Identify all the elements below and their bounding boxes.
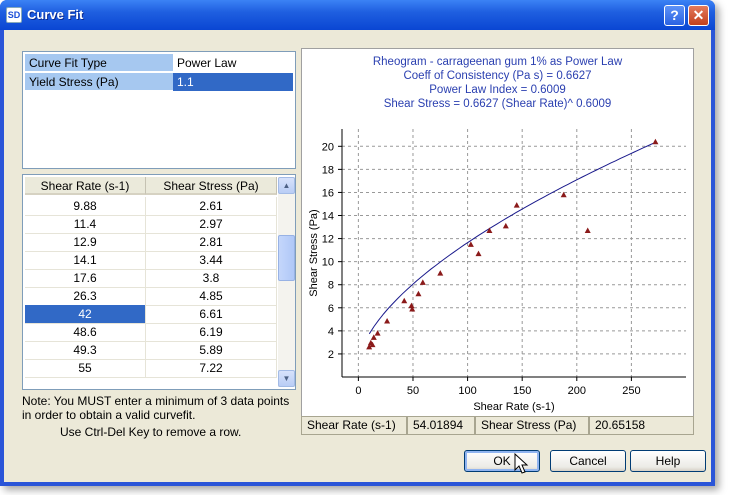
y-tick-label: 12 xyxy=(322,234,334,246)
table-row[interactable]: 17.6 3.8 xyxy=(25,269,277,288)
data-point xyxy=(408,302,415,309)
property-name: Yield Stress (Pa) xyxy=(25,73,173,91)
curve-fit-type-value[interactable]: Power Law xyxy=(173,54,293,72)
scroll-up-icon[interactable]: ▲ xyxy=(278,177,295,194)
table-row[interactable]: 11.4 2.97 xyxy=(25,215,277,234)
table-row[interactable]: 26.3 4.85 xyxy=(25,287,277,306)
data-point xyxy=(415,290,422,297)
plot-area: 0 50 100 150 200 250 2 4 6 8 10 12 14 16 18 20 Shear Rat… xyxy=(308,129,686,413)
x-tick-label: 100 xyxy=(458,385,476,397)
status-x-label: Shear Rate (s-1) xyxy=(301,416,407,435)
cancel-button[interactable]: Cancel xyxy=(550,450,626,472)
dialog-body: Curve Fit Type Power Law Yield Stress (P… xyxy=(4,30,711,482)
minimum-points-note: Note: You MUST enter a minimum of 3 data… xyxy=(22,394,290,422)
shear-stress-cell[interactable]: 2.81 xyxy=(146,233,277,252)
mouse-cursor-icon xyxy=(514,453,529,474)
rheogram-chart: Rheogram - carrageenan gum 1% as Power L… xyxy=(301,48,694,433)
cursor-status-bar: Shear Rate (s-1) 54.01894 Shear Stress (… xyxy=(301,416,694,435)
title-bar[interactable]: SD Curve Fit ? ✕ xyxy=(0,0,715,30)
yield-stress-value[interactable]: 1.1 xyxy=(173,73,293,91)
status-y-label: Shear Stress (Pa) xyxy=(475,416,589,435)
table-row[interactable]: 48.6 6.19 xyxy=(25,323,277,342)
curve-fit-properties: Curve Fit Type Power Law Yield Stress (P… xyxy=(22,51,296,169)
x-tick-label: 150 xyxy=(513,385,531,397)
table-row[interactable]: 42 6.61 xyxy=(25,305,277,324)
window-title: Curve Fit xyxy=(27,7,84,22)
y-tick-label: 10 xyxy=(322,257,334,269)
table-row[interactable]: 12.9 2.81 xyxy=(25,233,277,252)
table-row[interactable]: 14.1 3.44 xyxy=(25,251,277,270)
shear-stress-cell[interactable]: 2.61 xyxy=(146,197,277,216)
data-point xyxy=(513,202,520,208)
column-header-shear-stress[interactable]: Shear Stress (Pa) xyxy=(146,177,277,195)
status-y-value: 20.65158 xyxy=(589,416,694,435)
shear-stress-cell[interactable]: 3.8 xyxy=(146,269,277,288)
shear-rate-cell[interactable]: 17.6 xyxy=(25,269,146,288)
y-tick-label: 6 xyxy=(328,303,334,315)
shear-stress-cell[interactable]: 2.97 xyxy=(146,215,277,234)
scroll-down-icon[interactable]: ▼ xyxy=(278,370,295,387)
data-point xyxy=(475,250,482,257)
shear-rate-cell[interactable]: 12.9 xyxy=(25,233,146,252)
column-header-shear-rate[interactable]: Shear Rate (s-1) xyxy=(25,177,146,195)
x-tick-label: 0 xyxy=(355,385,361,397)
y-tick-label: 20 xyxy=(322,141,334,153)
remove-row-hint: Use Ctrl-Del Key to remove a row. xyxy=(60,425,242,439)
shear-stress-cell[interactable]: 6.19 xyxy=(146,323,277,342)
data-point xyxy=(419,279,426,285)
shear-stress-cell[interactable]: 3.44 xyxy=(146,251,277,270)
shear-stress-cell[interactable]: 6.61 xyxy=(146,305,277,324)
shear-rate-cell[interactable]: 55 xyxy=(25,359,146,378)
scrollbar-thumb[interactable] xyxy=(278,235,295,281)
data-point xyxy=(502,222,509,229)
y-tick-label: 8 xyxy=(328,280,334,292)
data-point xyxy=(437,270,444,276)
property-row-curve-fit-type[interactable]: Curve Fit Type Power Law xyxy=(25,54,293,73)
shear-stress-cell[interactable]: 5.89 xyxy=(146,341,277,360)
shear-rate-cell[interactable]: 11.4 xyxy=(25,215,146,234)
x-tick-label: 50 xyxy=(407,385,419,397)
close-icon[interactable]: ✕ xyxy=(688,5,709,26)
data-point xyxy=(401,297,408,304)
table-row[interactable]: 55 7.22 xyxy=(25,359,277,378)
table-row[interactable]: 49.3 5.89 xyxy=(25,341,277,360)
table-scrollbar[interactable]: ▲ ▼ xyxy=(278,177,295,387)
property-row-yield-stress[interactable]: Yield Stress (Pa) 1.1 xyxy=(25,73,293,92)
x-tick-label: 200 xyxy=(568,385,586,397)
x-tick-label: 250 xyxy=(622,385,640,397)
data-table: Shear Rate (s-1) Shear Stress (Pa) 9.88 2… xyxy=(22,174,296,390)
shear-stress-cell[interactable]: 4.85 xyxy=(146,287,277,306)
app-icon: SD xyxy=(6,7,22,23)
x-axis-label: Shear Rate (s-1) xyxy=(473,401,554,413)
property-name: Curve Fit Type xyxy=(25,54,173,72)
shear-rate-cell[interactable]: 9.88 xyxy=(25,197,146,216)
y-tick-label: 2 xyxy=(328,349,334,361)
shear-rate-cell[interactable]: 49.3 xyxy=(25,341,146,360)
y-tick-label: 14 xyxy=(322,211,334,223)
y-axis-label: Shear Stress (Pa) xyxy=(308,209,320,296)
status-x-value: 54.01894 xyxy=(407,416,475,435)
table-row[interactable]: 9.88 2.61 xyxy=(25,197,277,216)
data-point xyxy=(384,318,391,324)
shear-rate-cell[interactable]: 14.1 xyxy=(25,251,146,270)
curve-fit-dialog: SD Curve Fit ? ✕ Curve Fit Type Power La… xyxy=(0,0,715,486)
help-button[interactable]: Help xyxy=(630,450,706,472)
y-tick-label: 4 xyxy=(328,326,334,338)
y-tick-label: 18 xyxy=(322,164,334,176)
shear-stress-cell[interactable]: 7.22 xyxy=(146,359,277,378)
help-icon[interactable]: ? xyxy=(664,5,685,26)
data-point xyxy=(652,138,659,145)
shear-rate-cell[interactable]: 26.3 xyxy=(25,287,146,306)
shear-rate-cell[interactable]: 42 xyxy=(25,305,146,324)
shear-rate-cell[interactable]: 48.6 xyxy=(25,323,146,342)
data-point xyxy=(584,227,591,234)
y-tick-label: 16 xyxy=(322,187,334,199)
